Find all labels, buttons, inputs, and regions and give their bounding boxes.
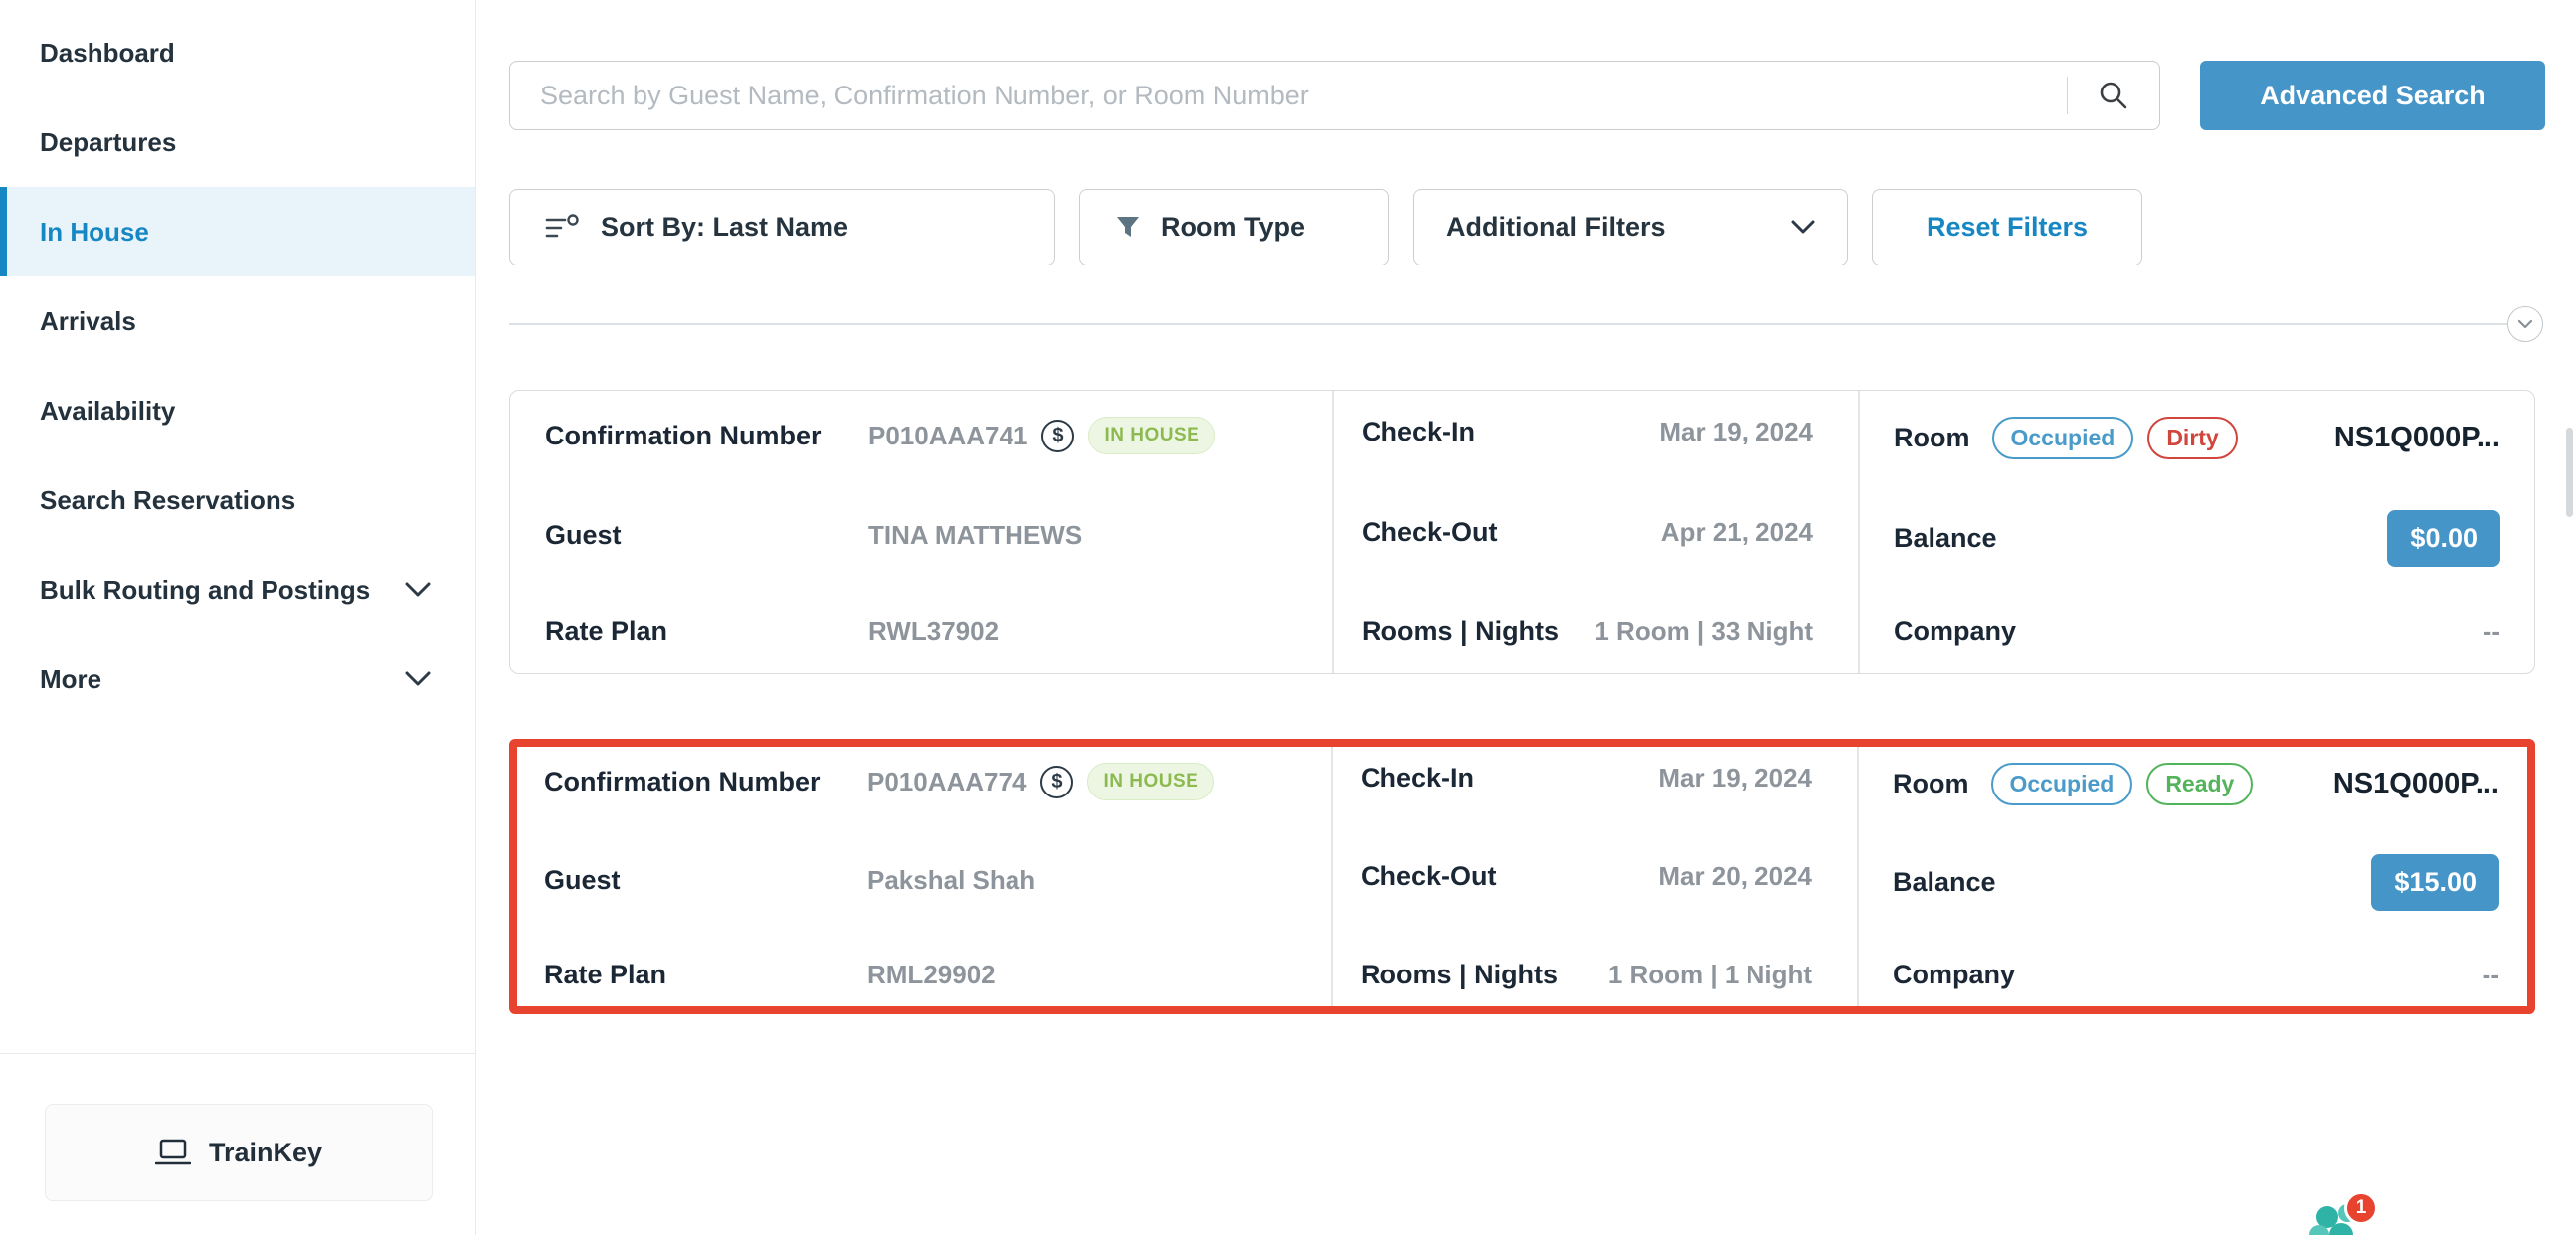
rate-plan-value: RWL37902 bbox=[868, 617, 999, 647]
additional-filters-dropdown[interactable]: Additional Filters bbox=[1413, 189, 1848, 265]
sidebar: Dashboard Departures In House Arrivals A… bbox=[0, 0, 476, 1235]
room-type-button[interactable]: Room Type bbox=[1079, 189, 1389, 265]
rooms-nights-value: 1 Room | 33 Night bbox=[1594, 617, 1813, 647]
check-out-label: Check-Out bbox=[1361, 861, 1497, 892]
list-divider bbox=[509, 323, 2535, 325]
sidebar-item-more[interactable]: More bbox=[0, 634, 475, 724]
card-column-divider bbox=[1331, 747, 1333, 1006]
card-column-divider bbox=[1332, 391, 1334, 673]
guest-label: Guest bbox=[544, 865, 867, 896]
dirty-badge: Dirty bbox=[2147, 417, 2237, 459]
search-icon[interactable] bbox=[2068, 62, 2159, 129]
sort-by-button[interactable]: Sort By: Last Name bbox=[509, 189, 1055, 265]
status-badge: IN HOUSE bbox=[1087, 763, 1214, 800]
occupied-badge: Occupied bbox=[1991, 763, 2133, 805]
rate-plan-value: RML29902 bbox=[867, 960, 996, 990]
occupied-badge: Occupied bbox=[1992, 417, 2134, 459]
rooms-nights-label: Rooms | Nights bbox=[1362, 617, 1559, 647]
collapse-chevron-icon[interactable] bbox=[2507, 306, 2543, 342]
app-window: Dashboard Departures In House Arrivals A… bbox=[0, 0, 2576, 1235]
scrollbar-thumb[interactable] bbox=[2566, 428, 2573, 517]
sidebar-item-availability[interactable]: Availability bbox=[0, 366, 475, 455]
additional-filters-label: Additional Filters bbox=[1446, 212, 1666, 243]
company-label: Company bbox=[1893, 960, 2015, 990]
card-room-column: Room Occupied Dirty NS1Q000P... Balance … bbox=[1894, 391, 2500, 673]
company-value: -- bbox=[2484, 617, 2500, 647]
balance-label: Balance bbox=[1894, 523, 1997, 554]
search-input[interactable] bbox=[510, 62, 2067, 129]
card-column-divider bbox=[1857, 747, 1859, 1006]
room-label: Room bbox=[1894, 423, 1970, 453]
guest-name: TINA MATTHEWS bbox=[868, 520, 1082, 551]
confirmation-number: P010AAA774 bbox=[867, 767, 1026, 797]
confirmation-number: P010AAA741 bbox=[868, 421, 1027, 451]
rooms-nights-label: Rooms | Nights bbox=[1361, 960, 1558, 990]
reservation-card-highlighted[interactable]: Confirmation Number P010AAA774 $ IN HOUS… bbox=[509, 739, 2535, 1014]
balance-button[interactable]: $0.00 bbox=[2387, 510, 2500, 567]
sidebar-item-label: Availability bbox=[40, 396, 175, 427]
status-badge: IN HOUSE bbox=[1088, 417, 1215, 454]
chevron-down-icon bbox=[405, 582, 431, 598]
card-column-divider bbox=[1858, 391, 1860, 673]
check-out-label: Check-Out bbox=[1362, 517, 1498, 548]
company-label: Company bbox=[1894, 617, 2016, 647]
sidebar-item-search-reservations[interactable]: Search Reservations bbox=[0, 455, 475, 545]
card-dates-column: Check-In Mar 19, 2024 Check-Out Mar 20, … bbox=[1361, 747, 1812, 1006]
sidebar-item-departures[interactable]: Departures bbox=[0, 97, 475, 187]
sidebar-item-label: More bbox=[40, 664, 101, 695]
room-label: Room bbox=[1893, 769, 1969, 799]
sort-by-label: Sort By: Last Name bbox=[601, 212, 848, 243]
sidebar-item-label: Bulk Routing and Postings bbox=[40, 575, 370, 606]
balance-label: Balance bbox=[1893, 867, 1996, 898]
sidebar-item-dashboard[interactable]: Dashboard bbox=[0, 8, 475, 97]
card-dates-column: Check-In Mar 19, 2024 Check-Out Apr 21, … bbox=[1362, 391, 1813, 673]
guest-name: Pakshal Shah bbox=[867, 865, 1035, 896]
room-type-label: Room Type bbox=[1161, 212, 1305, 243]
room-number: NS1Q000P... bbox=[2334, 422, 2500, 454]
sidebar-item-label: Arrivals bbox=[40, 306, 136, 337]
rooms-nights-value: 1 Room | 1 Night bbox=[1608, 960, 1812, 990]
guest-label: Guest bbox=[545, 520, 868, 551]
sidebar-item-label: In House bbox=[40, 217, 149, 248]
check-out-date: Mar 20, 2024 bbox=[1658, 861, 1812, 892]
check-out-date: Apr 21, 2024 bbox=[1661, 517, 1813, 548]
card-guest-column: Confirmation Number P010AAA774 $ IN HOUS… bbox=[544, 747, 1310, 1006]
check-in-date: Mar 19, 2024 bbox=[1658, 763, 1812, 794]
sidebar-item-in-house[interactable]: In House bbox=[0, 187, 475, 276]
sidebar-item-label: Departures bbox=[40, 127, 176, 158]
chevron-down-icon bbox=[1791, 220, 1815, 235]
notification-badge: 1 bbox=[2344, 1191, 2378, 1225]
check-in-label: Check-In bbox=[1361, 763, 1474, 794]
check-in-date: Mar 19, 2024 bbox=[1659, 417, 1813, 447]
confirmation-label: Confirmation Number bbox=[545, 421, 868, 451]
trainkey-label: TrainKey bbox=[209, 1138, 322, 1168]
laptop-icon bbox=[155, 1139, 191, 1166]
chat-widget-button[interactable]: 1 bbox=[2305, 1189, 2391, 1235]
sidebar-divider bbox=[0, 1053, 476, 1054]
trainkey-button[interactable]: TrainKey bbox=[45, 1104, 433, 1201]
company-value: -- bbox=[2483, 960, 2499, 990]
room-number: NS1Q000P... bbox=[2333, 768, 2499, 800]
balance-button[interactable]: $15.00 bbox=[2371, 854, 2499, 911]
filter-funnel-icon bbox=[1115, 215, 1141, 241]
sidebar-item-label: Dashboard bbox=[40, 38, 175, 69]
payment-icon[interactable]: $ bbox=[1041, 420, 1074, 452]
card-room-column: Room Occupied Ready NS1Q000P... Balance … bbox=[1893, 747, 2499, 1006]
sidebar-item-bulk-routing[interactable]: Bulk Routing and Postings bbox=[0, 545, 475, 634]
search-bar bbox=[509, 61, 2160, 130]
sort-icon bbox=[545, 214, 581, 242]
sidebar-item-arrivals[interactable]: Arrivals bbox=[0, 276, 475, 366]
check-in-label: Check-In bbox=[1362, 417, 1475, 447]
payment-icon[interactable]: $ bbox=[1040, 766, 1073, 798]
ready-badge: Ready bbox=[2146, 763, 2253, 805]
sidebar-item-label: Search Reservations bbox=[40, 485, 295, 516]
chevron-down-icon bbox=[405, 671, 431, 687]
advanced-search-button[interactable]: Advanced Search bbox=[2200, 61, 2545, 130]
rate-plan-label: Rate Plan bbox=[544, 960, 867, 990]
reset-filters-button[interactable]: Reset Filters bbox=[1872, 189, 2142, 265]
rate-plan-label: Rate Plan bbox=[545, 617, 868, 647]
card-guest-column: Confirmation Number P010AAA741 $ IN HOUS… bbox=[545, 391, 1311, 673]
confirmation-label: Confirmation Number bbox=[544, 767, 867, 797]
reservation-card[interactable]: Confirmation Number P010AAA741 $ IN HOUS… bbox=[509, 390, 2535, 674]
